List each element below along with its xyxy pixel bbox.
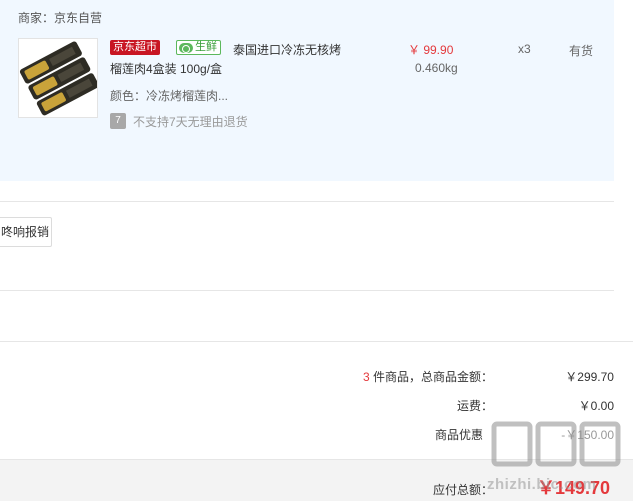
goods-total-value: ￥299.70 xyxy=(565,370,614,384)
fresh-icon xyxy=(179,42,193,53)
section-divider xyxy=(0,341,633,342)
payable-label: 应付总额： xyxy=(433,483,494,497)
return-policy-text: 不支持7天无理由退货 xyxy=(133,115,248,129)
item-weight: 0.460kg xyxy=(415,61,458,75)
fresh-tag-label: 生鲜 xyxy=(195,41,217,53)
product-thumbnail[interactable] xyxy=(18,38,99,118)
jd-supermarket-tag: 京东超市 xyxy=(110,40,160,55)
zhi-watermark-icon xyxy=(491,421,621,467)
watermark-text: zhizhi.bic.com xyxy=(487,476,597,493)
section-divider xyxy=(0,290,614,291)
item-quantity: x3 xyxy=(518,42,531,56)
goods-total-label: 3 件商品，总商品金额： xyxy=(362,370,493,384)
item-count: 3 xyxy=(362,370,370,384)
merchant-label: 商家：京东自营 xyxy=(18,11,103,25)
fresh-tag: 生鲜 xyxy=(176,40,221,55)
product-title-line1[interactable]: 泰国进口冷冻无核烤 xyxy=(233,41,341,58)
stock-status: 有货 xyxy=(569,44,594,58)
unit-price: ￥ 99.90 xyxy=(408,43,454,57)
product-title-line2[interactable]: 榴莲肉4盒装 100g/盒 xyxy=(110,60,222,77)
section-divider xyxy=(0,201,614,202)
item-color: 颜色：冷冻烤榴莲肉... xyxy=(110,89,229,103)
voice-reimburse-button[interactable]: 咚响报销 xyxy=(0,217,52,247)
shipping-label: 运费： xyxy=(456,399,493,413)
discount-label: 商品优惠 xyxy=(434,428,483,442)
durian-package-image xyxy=(19,39,99,117)
shipping-value: ￥0.00 xyxy=(578,399,614,413)
no-return-icon: 7 xyxy=(110,113,126,129)
